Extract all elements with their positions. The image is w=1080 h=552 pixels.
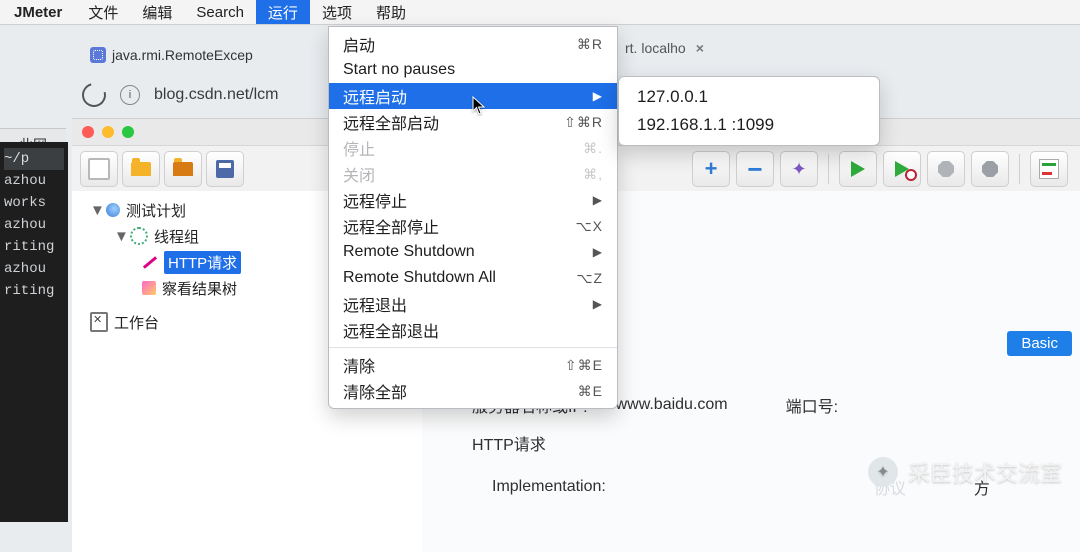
menu-remote-shutdown-all[interactable]: Remote Shutdown All⌥Z (329, 265, 617, 291)
reload-icon[interactable] (78, 79, 111, 112)
submenu-arrow-icon: ▶ (593, 193, 603, 207)
menu-remote-stop-all[interactable]: 远程全部停止⌥X (329, 213, 617, 239)
tab-close-icon[interactable]: × (696, 40, 704, 56)
listener-icon (142, 281, 156, 295)
collapse-button[interactable]: − (736, 151, 774, 187)
folder-open-icon (173, 162, 193, 176)
tab-title: rt. localho (625, 40, 686, 56)
site-info-icon[interactable]: i (120, 85, 140, 105)
start-nopause-button[interactable] (883, 151, 921, 187)
shutdown-icon (982, 161, 998, 177)
toolbar-separator (828, 154, 829, 184)
templates-button[interactable] (122, 151, 160, 187)
url-text[interactable]: blog.csdn.net/lcm (154, 86, 279, 104)
favicon-icon (90, 47, 106, 63)
disclosure-icon[interactable]: ▼ (114, 228, 124, 245)
tab-title: java.rmi.RemoteExcep (112, 47, 253, 63)
toolbar-separator (1019, 154, 1020, 184)
jmeter-toolbar-right: + − ✦ (692, 146, 1076, 192)
tree-label: 工作台 (114, 312, 159, 333)
menu-options[interactable]: 选项 (310, 0, 364, 24)
submenu-arrow-icon: ▶ (593, 245, 603, 259)
port-label: 端口号: (786, 393, 838, 417)
report-icon (1039, 159, 1059, 179)
menu-run[interactable]: 运行 (256, 0, 310, 24)
basic-tab[interactable]: Basic (1007, 331, 1072, 356)
run-menu-dropdown[interactable]: 启动⌘R Start no pauses 远程启动▶ 远程全部启动⇧⌘R 停止⌘… (328, 26, 618, 409)
menu-remote-shutdown[interactable]: Remote Shutdown▶ (329, 239, 617, 265)
new-button[interactable] (80, 151, 118, 187)
menu-help[interactable]: 帮助 (364, 0, 418, 24)
menu-shutdown: 关闭⌘, (329, 161, 617, 187)
menu-remote-stop[interactable]: 远程停止▶ (329, 187, 617, 213)
browser-tab-2[interactable]: rt. localho × (625, 40, 704, 56)
play-icon (851, 161, 865, 177)
disclosure-icon[interactable]: ▼ (90, 202, 100, 219)
submenu-arrow-icon: ▶ (593, 297, 603, 311)
http-request-section-label: HTTP请求 (472, 431, 546, 455)
wechat-logo-icon: ✦ (868, 457, 898, 487)
browser-tab-1[interactable]: java.rmi.RemoteExcep (90, 40, 253, 70)
remote-start-submenu[interactable]: 127.0.0.1 192.168.1.1 :1099 (618, 76, 880, 146)
submenu-arrow-icon: ▶ (593, 89, 603, 103)
tree-label: 线程组 (154, 226, 199, 247)
report-button[interactable] (1030, 151, 1068, 187)
menu-search[interactable]: Search (184, 0, 256, 24)
menu-clear[interactable]: 清除⇧⌘E (329, 352, 617, 378)
shutdown-button[interactable] (971, 151, 1009, 187)
tree-label: 察看结果树 (162, 278, 237, 299)
start-button[interactable] (839, 151, 877, 187)
traffic-zoom-icon[interactable] (122, 126, 134, 138)
stop-button[interactable] (927, 151, 965, 187)
menu-stop: 停止⌘. (329, 135, 617, 161)
menu-edit[interactable]: 编辑 (130, 0, 184, 24)
menu-separator (329, 347, 617, 348)
menu-remote-exit[interactable]: 远程退出▶ (329, 291, 617, 317)
expand-button[interactable]: + (692, 151, 730, 187)
watermark-text: 采臣技术交流室 (908, 456, 1062, 488)
browser-address-bar: i blog.csdn.net/lcm (82, 78, 279, 112)
save-icon (216, 160, 234, 178)
open-button[interactable] (164, 151, 202, 187)
menu-remote-exit-all[interactable]: 远程全部退出 (329, 317, 617, 343)
watermark: ✦ 采臣技术交流室 (868, 456, 1062, 488)
menu-start-no-pauses[interactable]: Start no pauses (329, 57, 617, 83)
traffic-minimize-icon[interactable] (102, 126, 114, 138)
sampler-icon (143, 256, 157, 269)
play-nopause-icon (895, 161, 909, 177)
remote-host-item[interactable]: 192.168.1.1 :1099 (619, 111, 879, 139)
app-name: JMeter (0, 4, 76, 21)
stop-icon (938, 161, 954, 177)
plus-icon: + (705, 156, 718, 182)
file-new-icon (88, 158, 110, 180)
menu-remote-start-all[interactable]: 远程全部启动⇧⌘R (329, 109, 617, 135)
terminal-snippet: ~/p azhou works azhou riting azhou ritin… (0, 142, 68, 522)
app-menubar: JMeter 文件 编辑 Search 运行 选项 帮助 (0, 0, 1080, 25)
workbench-icon (90, 312, 108, 332)
tree-label-selected: HTTP请求 (164, 251, 241, 274)
implementation-label: Implementation: (492, 478, 606, 496)
wand-icon: ✦ (791, 159, 806, 180)
test-plan-icon (106, 203, 120, 217)
tree-label: 测试计划 (126, 200, 186, 221)
toggle-button[interactable]: ✦ (780, 151, 818, 187)
minus-icon: − (747, 164, 762, 174)
folder-icon (131, 162, 151, 176)
save-button[interactable] (206, 151, 244, 187)
thread-group-icon (130, 227, 148, 245)
traffic-close-icon[interactable] (82, 126, 94, 138)
menu-remote-start[interactable]: 远程启动▶ (329, 83, 617, 109)
menu-file[interactable]: 文件 (76, 0, 130, 24)
remote-host-item[interactable]: 127.0.0.1 (619, 83, 879, 111)
server-name-value[interactable]: www.baidu.com (616, 396, 728, 414)
menu-clear-all[interactable]: 清除全部⌘E (329, 378, 617, 404)
menu-start[interactable]: 启动⌘R (329, 31, 617, 57)
